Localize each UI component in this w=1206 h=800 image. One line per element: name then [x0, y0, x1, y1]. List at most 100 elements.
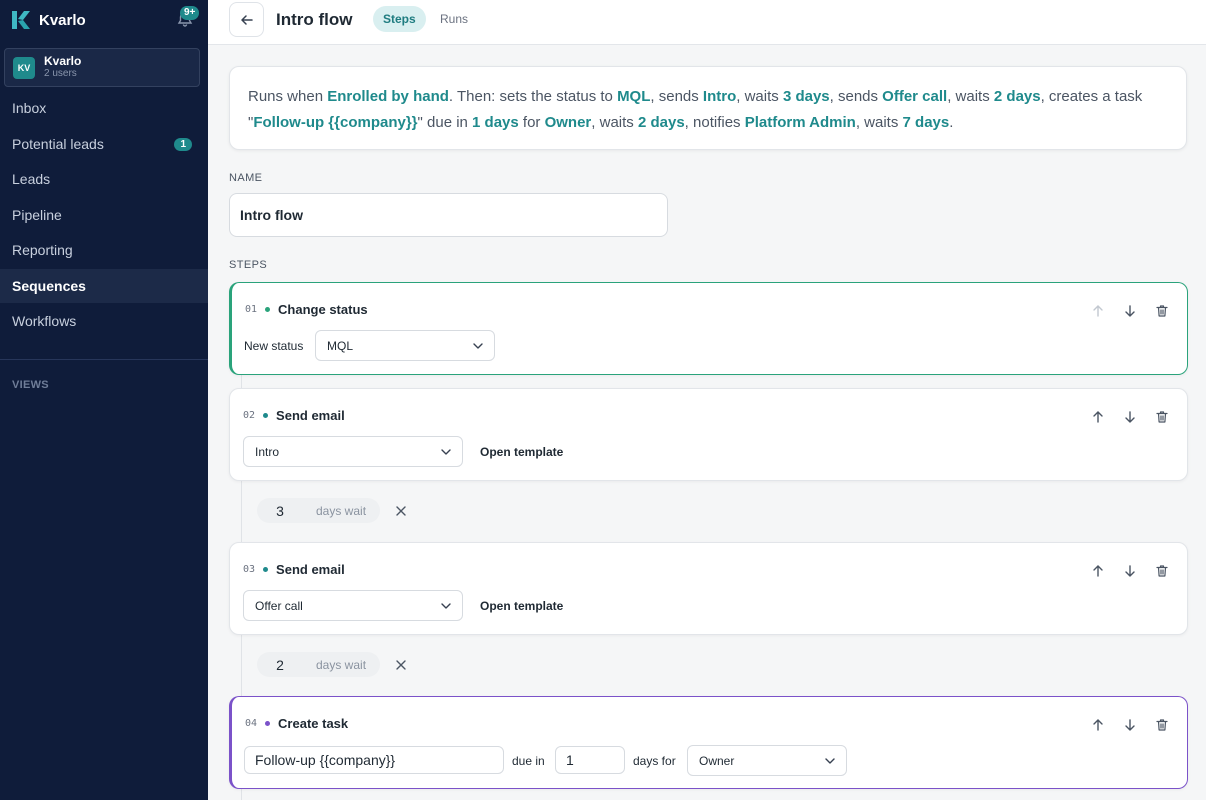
- delete-step-button[interactable]: [1151, 406, 1173, 428]
- step-title: Send email: [276, 408, 345, 423]
- tab-steps[interactable]: Steps: [373, 6, 426, 32]
- summary-text: , waits: [591, 114, 638, 131]
- tab-runs[interactable]: Runs: [430, 6, 478, 32]
- app-name: Kvarlo: [39, 11, 86, 29]
- nav-item-inbox[interactable]: Inbox: [0, 91, 208, 125]
- summary-highlight: 1 days: [472, 114, 519, 131]
- move-up-button[interactable]: [1087, 300, 1109, 322]
- steps-label: STEPS: [229, 259, 268, 271]
- move-down-button[interactable]: [1119, 406, 1141, 428]
- delete-step-button[interactable]: [1151, 714, 1173, 736]
- nav-item-pipeline[interactable]: Pipeline: [0, 198, 208, 232]
- nav-item-sequences[interactable]: Sequences: [0, 269, 208, 303]
- arrow-left-icon: [240, 14, 253, 25]
- arrow-down-icon: [1125, 411, 1135, 423]
- step-card-send-email: 03 Send email Offer call Open template: [229, 542, 1188, 635]
- wait-days-input[interactable]: 2: [257, 657, 303, 673]
- arrow-down-icon: [1125, 305, 1135, 317]
- summary-highlight: Follow-up {{company}}: [253, 114, 418, 131]
- kvarlo-logo-icon: [12, 11, 30, 29]
- step-actions: [1077, 300, 1173, 322]
- step-card-create-task: 04 Create task Follow-up {{company}} due…: [229, 696, 1188, 789]
- move-down-button[interactable]: [1119, 560, 1141, 582]
- step-dot: [263, 567, 269, 572]
- step-actions: [1077, 560, 1173, 582]
- summary-text: " due in: [417, 114, 473, 131]
- task-title-input[interactable]: Follow-up {{company}}: [244, 746, 504, 774]
- step-number: 02: [243, 410, 256, 421]
- move-up-button[interactable]: [1087, 406, 1109, 428]
- summary-text: , notifies: [684, 114, 745, 131]
- name-label: NAME: [229, 172, 263, 184]
- remove-wait-button[interactable]: [393, 503, 409, 519]
- days-for-label: days for: [633, 754, 676, 768]
- arrow-up-icon: [1093, 305, 1103, 317]
- step-title: Change status: [278, 302, 368, 317]
- summary-text: , sends: [829, 88, 883, 105]
- arrow-down-icon: [1125, 565, 1135, 577]
- select-value: Offer call: [255, 598, 303, 613]
- top-bar: Intro flow Steps Runs: [208, 0, 1206, 45]
- delete-step-button[interactable]: [1151, 560, 1173, 582]
- trash-icon: [1156, 305, 1168, 317]
- due-in-label: due in: [512, 754, 545, 768]
- summary-highlight: 3 days: [782, 88, 830, 105]
- nav-label: Reporting: [12, 242, 73, 258]
- nav-label: Leads: [12, 171, 51, 187]
- notification-badge: 9+: [180, 6, 200, 20]
- nav-item-reporting[interactable]: Reporting: [0, 233, 208, 267]
- email-template-select[interactable]: Intro: [243, 436, 463, 467]
- step-card-change-status: 01 Change status New status MQL: [229, 282, 1188, 375]
- trash-icon: [1156, 565, 1168, 577]
- select-value: MQL: [327, 338, 354, 353]
- summary-text: for: [518, 114, 545, 131]
- brand[interactable]: Kvarlo: [12, 9, 86, 31]
- move-down-button[interactable]: [1119, 300, 1141, 322]
- arrow-up-icon: [1093, 719, 1103, 731]
- back-button[interactable]: [229, 2, 264, 37]
- assignee-select[interactable]: Owner: [687, 745, 847, 776]
- step-dot: [265, 307, 271, 312]
- nav-label: Potential leads: [12, 136, 104, 152]
- nav-item-workflows[interactable]: Workflows: [0, 304, 208, 338]
- remove-wait-button[interactable]: [393, 657, 409, 673]
- open-template-link[interactable]: Open template: [480, 445, 563, 459]
- workspace-user-count: 2 users: [44, 68, 77, 79]
- step-actions: [1077, 714, 1173, 736]
- wait-days-input[interactable]: 3: [257, 503, 303, 519]
- sidebar: Kvarlo 9+ KV Kvarlo 2 users Inbox Potent…: [0, 0, 208, 800]
- summary-text: . Then: sets the status to: [448, 88, 618, 105]
- status-select[interactable]: MQL: [315, 330, 495, 361]
- due-days-input[interactable]: 1: [555, 746, 625, 774]
- chevron-down-icon: [473, 343, 483, 349]
- nav-label: Inbox: [12, 100, 47, 116]
- select-value: Intro: [255, 444, 280, 459]
- summary-text: .: [949, 114, 954, 131]
- move-up-button[interactable]: [1087, 714, 1109, 736]
- summary-highlight: Intro: [702, 88, 737, 105]
- wait-unit-label: days wait: [316, 503, 367, 518]
- nav-label: Workflows: [12, 313, 77, 329]
- email-template-select[interactable]: Offer call: [243, 590, 463, 621]
- delete-step-button[interactable]: [1151, 300, 1173, 322]
- move-down-button[interactable]: [1119, 714, 1141, 736]
- nav-label: Pipeline: [12, 207, 62, 223]
- move-up-button[interactable]: [1087, 560, 1109, 582]
- summary-text: Runs when: [248, 88, 328, 105]
- summary-highlight: Enrolled by hand: [327, 88, 449, 105]
- nav-item-leads[interactable]: Leads: [0, 162, 208, 196]
- trash-icon: [1156, 719, 1168, 731]
- sidebar-divider: [0, 359, 208, 360]
- summary-highlight: Platform Admin: [744, 114, 856, 131]
- summary-highlight: 2 days: [993, 88, 1041, 105]
- arrow-down-icon: [1125, 719, 1135, 731]
- nav-count-badge: 1: [174, 137, 192, 151]
- sequence-name-input[interactable]: Intro flow: [229, 193, 668, 237]
- sequence-summary: Runs when Enrolled by hand. Then: sets t…: [229, 66, 1187, 150]
- page-title: Intro flow: [276, 10, 353, 29]
- views-section-label: VIEWS: [12, 379, 49, 391]
- nav-item-potential-leads[interactable]: Potential leads 1: [0, 127, 208, 161]
- workspace-switcher[interactable]: KV Kvarlo 2 users: [4, 48, 200, 87]
- open-template-link[interactable]: Open template: [480, 599, 563, 613]
- trash-icon: [1156, 411, 1168, 423]
